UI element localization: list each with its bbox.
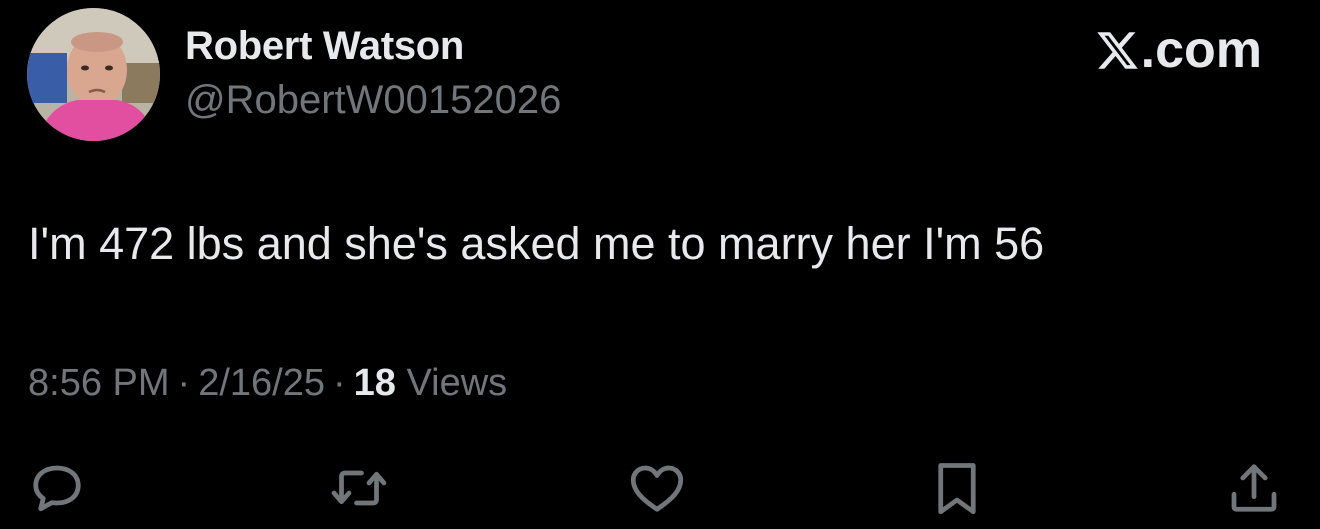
speech-bubble-icon xyxy=(33,465,81,512)
author-display-name[interactable]: Robert Watson xyxy=(185,24,464,69)
repost-button[interactable] xyxy=(329,458,389,518)
tweet-meta: 8:56 PM · 2/16/25 · 18 Views xyxy=(28,362,507,405)
views-label[interactable]: Views xyxy=(406,362,507,404)
bookmark-button[interactable] xyxy=(927,458,987,518)
action-bar xyxy=(0,458,1320,518)
views-count[interactable]: 18 xyxy=(354,362,396,404)
like-button[interactable] xyxy=(627,458,687,518)
avatar-photo xyxy=(27,8,160,141)
brand-domain-text: .com xyxy=(1140,21,1262,79)
meta-separator: · xyxy=(332,362,346,404)
author-handle[interactable]: @RobertW00152026 xyxy=(185,78,561,123)
repost-arrows-icon xyxy=(331,470,387,506)
x-com-brand: .com xyxy=(1095,24,1262,76)
tweet-date[interactable]: 2/16/25 xyxy=(198,362,325,404)
x-logo-icon xyxy=(1095,28,1140,73)
meta-separator: · xyxy=(177,362,191,404)
reply-button[interactable] xyxy=(27,458,87,518)
avatar[interactable] xyxy=(27,8,160,141)
heart-icon xyxy=(630,465,684,512)
tweet-text: I'm 472 lbs and she's asked me to marry … xyxy=(28,218,1045,269)
share-upload-icon xyxy=(1231,464,1277,512)
tweet-time[interactable]: 8:56 PM xyxy=(28,362,170,404)
share-button[interactable] xyxy=(1224,458,1284,518)
bookmark-icon xyxy=(938,463,976,515)
